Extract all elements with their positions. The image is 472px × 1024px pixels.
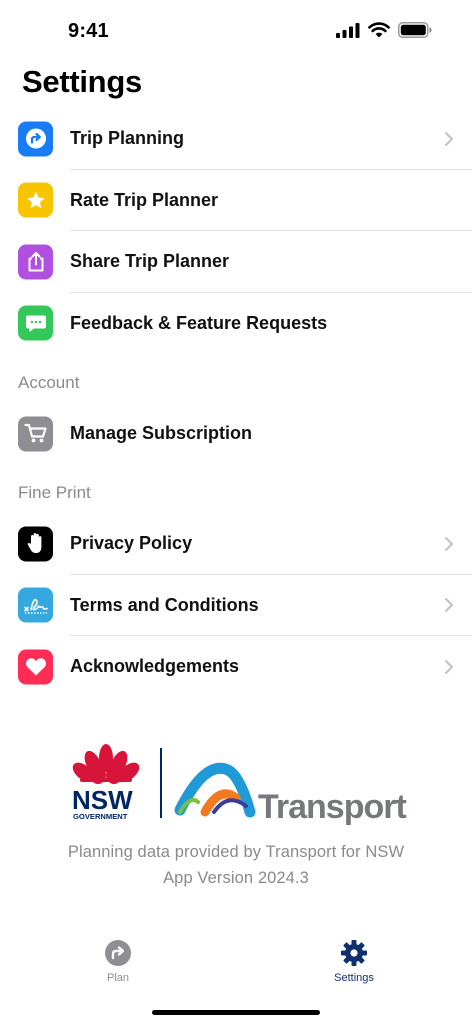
chevron-right-icon bbox=[444, 598, 454, 613]
government-text: GOVERNMENT bbox=[73, 812, 128, 821]
tab-label-plan: Plan bbox=[106, 972, 130, 984]
page-title: Settings bbox=[22, 64, 142, 99]
rate-trip-planner-row[interactable]: Rate Trip Planner bbox=[0, 170, 472, 231]
transport-text: Transport bbox=[258, 788, 406, 826]
tab-plan[interactable]: Plan bbox=[58, 940, 178, 984]
plan-icon bbox=[105, 940, 131, 966]
row-label: Manage Subscription bbox=[70, 423, 253, 444]
share-trip-planner-row[interactable]: Share Trip Planner bbox=[0, 231, 472, 293]
row-label: Share Trip Planner bbox=[70, 251, 230, 272]
terms-and-conditions-row[interactable]: Terms and Conditions bbox=[0, 575, 472, 636]
tab-settings[interactable]: Settings bbox=[294, 940, 414, 984]
heart-icon bbox=[18, 649, 53, 685]
chevron-right-icon bbox=[444, 659, 454, 674]
battery-icon bbox=[398, 22, 432, 38]
logo-graphic: NSW GOVERNMENT Transport bbox=[72, 744, 407, 826]
row-label: Trip Planning bbox=[70, 128, 185, 149]
row-label: Terms and Conditions bbox=[70, 594, 259, 615]
tab-bar: Plan Settings bbox=[0, 930, 472, 1000]
nsw-transport-logo: NSW GOVERNMENT Transport bbox=[0, 740, 472, 830]
fine-print-list: Privacy Policy Terms and Conditions Ackn… bbox=[0, 513, 472, 698]
wifi-icon bbox=[368, 22, 390, 38]
cart-icon bbox=[18, 416, 53, 452]
manage-subscription-row[interactable]: Manage Subscription bbox=[0, 403, 472, 465]
status-icons bbox=[336, 22, 432, 38]
general-settings-list: Trip Planning Rate Trip Planner Share Tr… bbox=[0, 108, 472, 354]
home-indicator bbox=[152, 1010, 320, 1015]
account-list: Manage Subscription bbox=[0, 403, 472, 465]
row-label: Feedback & Feature Requests bbox=[70, 312, 328, 333]
waratah-icon bbox=[72, 744, 140, 784]
gear-icon bbox=[341, 940, 367, 966]
acknowledgements-row[interactable]: Acknowledgements bbox=[0, 636, 472, 698]
section-header-fine-print: Fine Print bbox=[18, 483, 91, 502]
nsw-text: NSW bbox=[72, 785, 133, 815]
section-header-account: Account bbox=[18, 373, 80, 392]
row-label: Rate Trip Planner bbox=[70, 189, 219, 210]
hand-icon bbox=[18, 526, 53, 562]
transport-mark-icon bbox=[174, 763, 256, 818]
cellular-signal-icon bbox=[336, 22, 360, 38]
data-provider-text: Planning data provided by Transport for … bbox=[67, 843, 405, 861]
privacy-policy-row[interactable]: Privacy Policy bbox=[0, 513, 472, 575]
status-bar: 9:41 bbox=[0, 0, 472, 62]
chevron-right-icon bbox=[444, 131, 454, 146]
row-label: Acknowledgements bbox=[70, 656, 240, 677]
app-version-text: App Version 2024.3 bbox=[163, 869, 309, 887]
trip-planning-icon bbox=[18, 121, 53, 157]
message-icon bbox=[18, 305, 53, 341]
trip-planning-row[interactable]: Trip Planning bbox=[0, 108, 472, 170]
feedback-row[interactable]: Feedback & Feature Requests bbox=[0, 293, 472, 355]
share-icon bbox=[18, 244, 53, 280]
star-icon bbox=[18, 182, 53, 218]
tab-label-settings: Settings bbox=[334, 972, 374, 984]
signature-icon bbox=[18, 587, 53, 623]
chevron-right-icon bbox=[444, 536, 454, 551]
row-label: Privacy Policy bbox=[70, 533, 193, 554]
status-time: 9:41 bbox=[68, 20, 109, 42]
